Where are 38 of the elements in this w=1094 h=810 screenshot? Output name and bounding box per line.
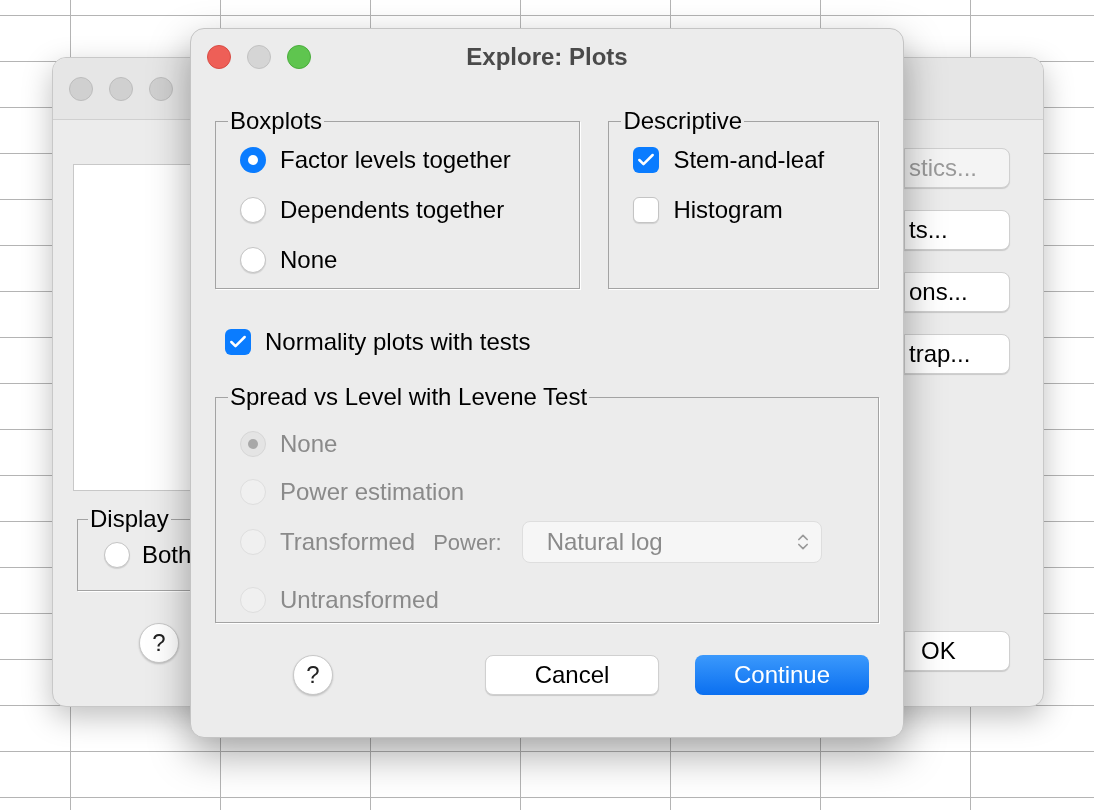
checkbox[interactable] [225,329,251,355]
radio-label: Both [142,540,192,570]
help-button[interactable]: ? [293,655,333,695]
field-label: Power: [433,528,502,557]
zoom-button[interactable] [287,45,311,69]
checkbox[interactable] [633,197,660,223]
cancel-button[interactable]: Cancel [485,655,659,695]
group-title: Spread vs Level with Levene Test [229,383,589,411]
radio-button[interactable] [240,147,266,173]
dialog-button[interactable]: ons... [904,272,1010,312]
radio-button[interactable] [104,542,130,568]
radio-button[interactable] [240,197,266,223]
checkbox[interactable] [633,147,660,173]
help-button[interactable]: ? [139,623,179,663]
group-title: Display [89,505,170,533]
radio-label: Factor levels together [280,145,511,175]
minimize-button[interactable] [109,76,133,101]
ok-button[interactable]: OK [904,631,1010,671]
radio-label: Untransformed [280,585,439,615]
group-title: Descriptive [622,107,744,135]
group-title: Boxplots [229,107,324,135]
dialog-button[interactable]: trap... [904,334,1010,374]
window-title: Explore: Plots [466,42,628,72]
radio-button[interactable] [240,247,266,273]
dialog-button[interactable]: ts... [904,210,1010,250]
checkbox-label: Histogram [673,195,783,225]
radio-label: Transformed [280,527,416,557]
checkbox-label: Normality plots with tests [265,327,531,357]
close-button[interactable] [207,45,231,69]
zoom-button[interactable] [149,76,173,101]
checkbox-label: Stem-and-leaf [673,145,825,175]
radio-label: None [280,429,338,459]
radio-label: Power estimation [280,477,465,507]
radio-label: None [280,245,338,275]
radio-label: Dependents together [280,195,505,225]
continue-button[interactable]: Continue [695,655,869,695]
minimize-button[interactable] [247,45,271,69]
close-button[interactable] [69,76,93,101]
